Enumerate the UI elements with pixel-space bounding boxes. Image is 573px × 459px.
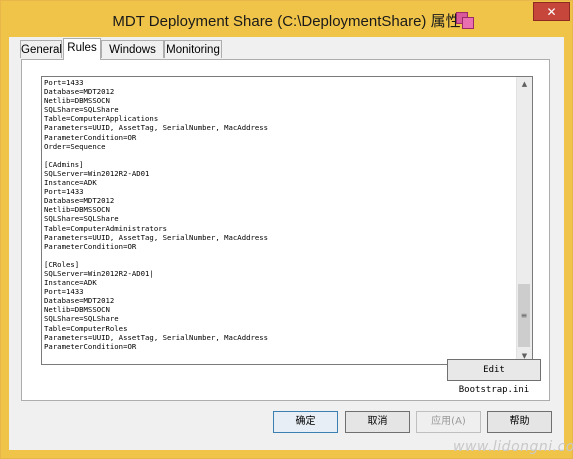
- close-button[interactable]: ✕: [533, 2, 570, 21]
- rules-tab-panel: Port=1433 Database=MDT2012 Netlib=DBMSSO…: [21, 59, 550, 401]
- scroll-up-icon[interactable]: ▲: [517, 77, 532, 92]
- edit-bootstrap-button[interactable]: Edit Bootstrap.ini: [447, 359, 541, 395]
- tab-windows-pe[interactable]: Windows PE: [101, 40, 164, 74]
- properties-dialog: MDT Deployment Share (C:\DeploymentShare…: [0, 0, 573, 459]
- watermark: www.lidongni.com: [453, 439, 573, 455]
- rules-text[interactable]: Port=1433 Database=MDT2012 Netlib=DBMSSO…: [44, 78, 518, 351]
- rules-editor[interactable]: Port=1433 Database=MDT2012 Netlib=DBMSSO…: [41, 76, 533, 365]
- grip-icon: ≡: [520, 311, 528, 320]
- scrollbar-thumb[interactable]: ≡: [518, 284, 530, 347]
- cancel-button[interactable]: 取消: [345, 411, 410, 433]
- tab-rules[interactable]: Rules: [63, 38, 101, 60]
- window-title: MDT Deployment Share (C:\DeploymentShare…: [112, 13, 461, 30]
- title-bar[interactable]: MDT Deployment Share (C:\DeploymentShare…: [1, 1, 572, 37]
- apply-button[interactable]: 应用(A): [416, 411, 481, 433]
- help-button[interactable]: 帮助: [487, 411, 552, 433]
- vertical-scrollbar[interactable]: ▲ ≡ ▼: [516, 77, 532, 364]
- tab-general[interactable]: General: [20, 40, 62, 58]
- tab-monitoring[interactable]: Monitoring: [164, 40, 222, 58]
- mdt-app-icon: [456, 12, 474, 29]
- dialog-body: General Rules Windows PE Monitoring Port…: [9, 37, 573, 455]
- ok-button[interactable]: 确定: [273, 411, 338, 433]
